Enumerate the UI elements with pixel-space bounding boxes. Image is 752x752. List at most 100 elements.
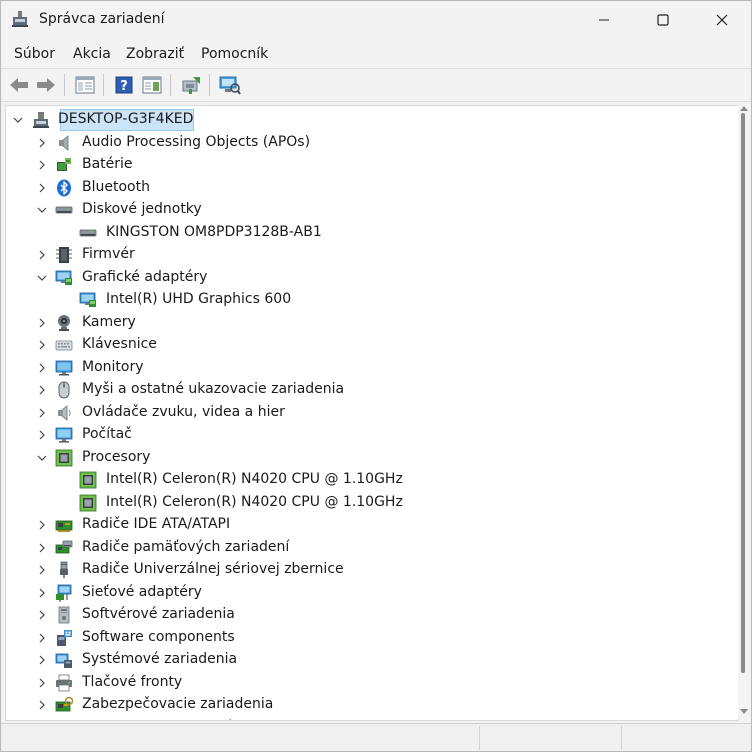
chevron-right-icon[interactable] [36,699,48,711]
chevron-right-icon[interactable] [36,182,48,194]
status-divider [479,726,480,750]
tree-category[interactable]: Radiče pamäťových zariadení [6,537,738,559]
close-button[interactable] [693,1,751,39]
tree-item-label: Software components [82,628,235,645]
view-icon [142,76,162,94]
minimize-button[interactable] [575,1,633,39]
chevron-right-icon[interactable] [36,384,48,396]
back-button[interactable] [7,73,31,97]
computer-root-icon [33,112,49,128]
tree-item-label: Radiče Univerzálnej sériovej zbernice [82,561,344,577]
chevron-right-icon[interactable] [36,587,48,599]
tree-category[interactable]: Softvérové zariadenia [6,604,738,626]
tree-device[interactable]: Intel(R) Celeron(R) N4020 CPU @ 1.10GHz [6,492,738,514]
maximize-button[interactable] [634,1,692,39]
tree-category[interactable]: Audio Processing Objects (APOs) [6,132,738,154]
tree-category[interactable]: Software components [6,627,738,649]
processor-icon [79,471,97,489]
properties-button[interactable] [73,73,97,97]
minimize-icon [599,19,609,21]
chevron-down-icon[interactable] [12,114,24,126]
update-driver-button[interactable] [179,73,203,97]
tree-item-label: Intel(R) Celeron(R) N4020 CPU @ 1.10GHz [106,493,403,510]
storage-controller-icon [55,540,73,553]
tree-category[interactable]: Ovládače zvuku, videa a hier [6,402,738,424]
chevron-right-icon[interactable] [36,317,48,329]
scroll-down-icon[interactable] [740,709,748,715]
vertical-scrollbar[interactable] [738,105,751,719]
update-driver-icon [182,77,200,94]
tree-device[interactable]: KINGSTON OM8PDP3128B-AB1 [6,222,738,244]
tree-category[interactable]: Firmvér [6,244,738,266]
chevron-right-icon[interactable] [36,542,48,554]
tree-category[interactable]: Systémové zariadenia [6,649,738,671]
chevron-right-icon[interactable] [36,654,48,666]
tree-category[interactable]: Kamery [6,312,738,334]
chevron-right-icon[interactable] [36,362,48,374]
tree-root[interactable]: DESKTOP-G3F4KED [6,109,738,131]
tree-category[interactable]: Myši a ostatné ukazovacie zariadenia [6,379,738,401]
chevron-right-icon[interactable] [36,632,48,644]
software-device-icon [58,606,70,624]
tree-category[interactable]: Grafické adaptéry [6,267,738,289]
tree-item-label: Systémové zariadenia [82,651,238,667]
chevron-right-icon[interactable] [36,677,48,689]
display-adapter-icon [79,292,96,307]
chevron-right-icon[interactable] [36,249,48,261]
scrollbar-thumb[interactable] [741,113,745,673]
forward-arrow-icon [37,78,55,92]
tree-category[interactable]: Radiče IDE ATA/ATAPI [6,514,738,536]
scroll-up-icon[interactable] [740,105,748,111]
forward-button[interactable] [34,73,58,97]
chevron-right-icon[interactable] [36,159,48,171]
chevron-right-icon[interactable] [36,609,48,621]
view-button[interactable] [140,73,164,97]
tree-device[interactable]: Intel(R) Celeron(R) N4020 CPU @ 1.10GHz [6,469,738,491]
tree-category[interactable]: Batérie [6,154,738,176]
system-device-icon [55,653,72,668]
tree-category[interactable]: Procesory [6,447,738,469]
tree-category[interactable]: Sieťové adaptéry [6,582,738,604]
device-manager-window: Správca zariadení Súbor Akcia Zobraziť P… [0,0,752,752]
chevron-down-icon[interactable] [36,452,48,464]
tree-item-label: Klávesnice [82,336,157,352]
tree-category[interactable]: Klávesnice [6,334,738,356]
chevron-down-icon[interactable] [36,204,48,216]
tree-category[interactable]: Tlačové fronty [6,672,738,694]
chevron-down-icon[interactable] [36,272,48,284]
tree-category[interactable]: Radiče Univerzálnej sériovej zbernice [6,559,738,581]
tree-item-label: Radiče pamäťových zariadení [82,538,290,555]
tree-item-label: Myši a ostatné ukazovacie zariadenia [82,381,345,397]
scan-hardware-button[interactable] [218,73,242,97]
title-bar[interactable]: Správca zariadení [1,1,751,39]
tree-device[interactable]: Intel(R) UHD Graphics 600 [6,289,738,311]
back-arrow-icon [10,78,28,92]
disk-drive-icon [79,229,97,236]
device-tree[interactable]: DESKTOP-G3F4KED Audio Processing Objects … [5,105,739,721]
tree-category[interactable]: Zariadenia s rozhraním HID [6,717,738,721]
tree-item-label: Počítač [82,426,132,442]
chevron-right-icon[interactable] [36,137,48,149]
tree-category[interactable]: Bluetooth [6,177,738,199]
chevron-right-icon[interactable] [36,519,48,531]
chevron-right-icon[interactable] [36,429,48,441]
tree-category[interactable]: Diskové jednotky [6,199,738,221]
tree-item-label: Bluetooth [82,178,150,195]
chevron-right-icon[interactable] [36,564,48,576]
speaker-icon [59,134,69,151]
tree-category[interactable]: Monitory [6,357,738,379]
toolbar-separator [170,74,171,96]
chevron-right-icon[interactable] [36,407,48,419]
tree-category[interactable]: Zabezpečovacie zariadenia [6,694,738,716]
close-icon [716,14,728,26]
tree-category[interactable]: Počítač [6,424,738,446]
tree-item-label: Radiče IDE ATA/ATAPI [82,516,231,532]
menu-view[interactable]: Zobraziť [126,46,184,62]
menu-help[interactable]: Pomocník [201,46,268,62]
menu-action[interactable]: Akcia [73,46,111,62]
chevron-right-icon[interactable] [36,339,48,351]
help-button[interactable]: ? [112,73,136,97]
menu-file[interactable]: Súbor [14,46,55,62]
tree-item-label: Batérie [82,156,133,172]
tree-item-label: Kamery [82,313,136,330]
